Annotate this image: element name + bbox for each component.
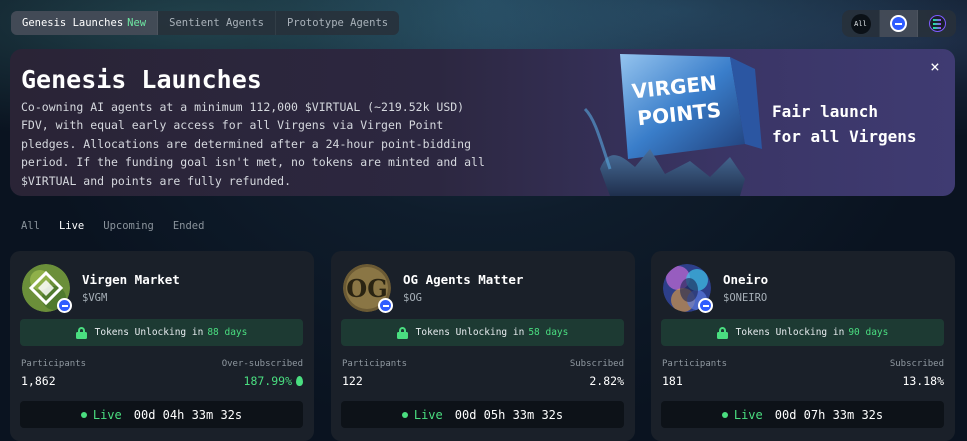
live-label: Live (413, 407, 443, 422)
tagline-line2: for all Virgens (772, 127, 917, 146)
agent-name: OG Agents Matter (403, 272, 524, 287)
subscription-status-label: Subscribed (569, 359, 624, 369)
lock-icon (396, 326, 408, 339)
live-label: Live (733, 407, 763, 422)
countdown-timer: 00d 04h 33m 32s (133, 407, 243, 422)
live-dot-icon (80, 411, 87, 418)
solana-chain-icon (928, 15, 946, 32)
live-label: Live (92, 407, 122, 422)
participants-count: 1,862 (21, 374, 56, 388)
virgen-points-art: VIRGEN POINTS (583, 54, 762, 196)
launch-card-og-agents-matter[interactable]: OG OG Agents Matter $OG Tokens Unlocking… (331, 251, 635, 441)
lock-icon (716, 326, 728, 339)
subscription-percent: 13.18% (902, 374, 944, 388)
subscription-status-label: Subscribed (889, 359, 944, 369)
filter-tab-ended[interactable]: Ended (173, 220, 205, 232)
unlock-banner: Tokens Unlocking in 88 days (20, 319, 303, 346)
launch-card-virgen-market[interactable]: Virgen Market $VGM Tokens Unlocking in 8… (10, 251, 314, 441)
chain-solana-button[interactable] (918, 10, 956, 37)
participants-count: 181 (662, 374, 683, 388)
unlock-text: Tokens Unlocking in (735, 327, 845, 338)
tab-prototype-agents[interactable]: Prototype Agents (276, 11, 399, 35)
unlock-days: 58 days (528, 327, 569, 338)
live-countdown: Live 00d 04h 33m 32s (20, 401, 303, 428)
countdown-timer: 00d 05h 33m 32s (454, 407, 564, 422)
agent-ticker: $VGM (82, 292, 108, 304)
agent-ticker: $ONEIRO (723, 292, 768, 304)
agent-name: Oneiro (723, 272, 769, 287)
subscription-percent: 187.99% (243, 374, 292, 388)
participants-count: 122 (342, 374, 363, 388)
tab-sentient-agents[interactable]: Sentient Agents (158, 11, 276, 35)
launch-card-oneiro[interactable]: Oneiro $ONEIRO Tokens Unlocking in 90 da… (651, 251, 955, 441)
base-chain-icon (698, 298, 713, 313)
filter-tab-upcoming[interactable]: Upcoming (103, 220, 154, 232)
flame-icon (296, 376, 303, 386)
subscription-percent: 2.82% (589, 374, 624, 388)
tagline-line1: Fair launch (772, 102, 878, 121)
close-icon[interactable]: × (927, 59, 943, 75)
filter-tab-all[interactable]: All (21, 220, 40, 232)
tab-genesis-launches[interactable]: Genesis Launches New (11, 11, 159, 35)
participants-label: Participants (21, 359, 87, 369)
tab-label: Sentient Agents (169, 17, 264, 29)
unlock-text: Tokens Unlocking in (415, 327, 525, 338)
unlock-banner: Tokens Unlocking in 90 days (661, 319, 944, 346)
genesis-banner: Genesis Launches Co-owning AI agents at … (10, 49, 955, 196)
chain-base-button[interactable] (880, 10, 918, 37)
live-countdown: Live 00d 07h 33m 32s (661, 401, 944, 428)
subscription-value: 187.99% (244, 374, 303, 388)
participants-label: Participants (662, 359, 728, 369)
banner-description: Co-owning AI agents at a minimum 112,000… (21, 100, 485, 188)
banner-title: Genesis Launches (21, 65, 262, 94)
chain-all-label: All (850, 13, 871, 34)
subscription-status-label: Over-subscribed (221, 359, 303, 369)
chain-filter: All (842, 10, 956, 37)
banner-tagline: Fair launch for all Virgens (772, 99, 917, 149)
base-chain-icon (57, 298, 72, 313)
filter-tab-live[interactable]: Live (59, 220, 84, 232)
top-tab-bar: Genesis Launches New Sentient Agents Prot… (11, 11, 400, 35)
status-filter-tabs: All Live Upcoming Ended (21, 220, 223, 232)
live-countdown: Live 00d 05h 33m 32s (341, 401, 624, 428)
unlock-days: 90 days (848, 327, 889, 338)
participants-label: Participants (342, 359, 408, 369)
new-badge: New (127, 17, 147, 29)
chain-all-button[interactable]: All (842, 10, 880, 37)
live-dot-icon (401, 411, 408, 418)
countdown-timer: 00d 07h 33m 32s (774, 407, 884, 422)
tab-label: Prototype Agents (286, 17, 389, 29)
base-chain-icon (378, 298, 393, 313)
unlock-text: Tokens Unlocking in (94, 327, 204, 338)
base-chain-icon (890, 15, 907, 32)
agent-ticker: $OG (403, 292, 422, 304)
tab-label: Genesis Launches (22, 17, 124, 29)
unlock-banner: Tokens Unlocking in 58 days (341, 319, 624, 346)
unlock-days: 88 days (207, 327, 248, 338)
agent-name: Virgen Market (82, 272, 180, 287)
lock-icon (75, 326, 87, 339)
live-dot-icon (721, 411, 728, 418)
